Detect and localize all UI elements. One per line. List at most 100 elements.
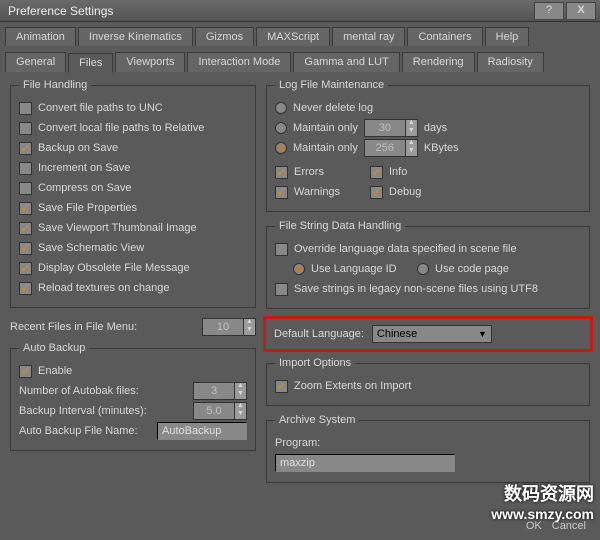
program-label: Program: bbox=[275, 437, 320, 449]
days-spinner[interactable]: ▲▼ bbox=[364, 119, 418, 137]
tab-radiosity[interactable]: Radiosity bbox=[477, 52, 544, 72]
tab-rendering[interactable]: Rendering bbox=[402, 52, 475, 72]
autobak-name-input[interactable] bbox=[157, 422, 247, 440]
ok-button[interactable]: OK bbox=[526, 520, 542, 532]
auto-backup-legend: Auto Backup bbox=[19, 342, 89, 354]
recent-files-label: Recent Files in File Menu: bbox=[10, 321, 196, 333]
file-string-group: File String Data Handling Override langu… bbox=[266, 220, 590, 309]
autobak-int-spinner[interactable]: ▲▼ bbox=[193, 402, 247, 420]
tab-gamma[interactable]: Gamma and LUT bbox=[293, 52, 399, 72]
archive-system-legend: Archive System bbox=[275, 414, 359, 426]
chk-convert-unc[interactable] bbox=[19, 102, 32, 115]
autobak-num-label: Number of Autobak files: bbox=[19, 385, 187, 397]
panel-files: File Handling Convert file paths to UNC … bbox=[0, 73, 600, 493]
tab-ik[interactable]: Inverse Kinematics bbox=[78, 27, 193, 46]
tab-files[interactable]: Files bbox=[68, 53, 113, 73]
chk-debug[interactable]: ✔ bbox=[370, 186, 383, 199]
lbl-debug: Debug bbox=[389, 186, 421, 198]
lbl-override-lang: Override language data specified in scen… bbox=[294, 243, 581, 255]
lbl-zoom-extents: Zoom Extents on Import bbox=[294, 380, 581, 392]
chk-zoom-extents[interactable]: ✔ bbox=[275, 380, 288, 393]
rad-maintain-days[interactable] bbox=[275, 122, 287, 134]
spin-down-icon[interactable]: ▼ bbox=[405, 148, 417, 156]
log-file-legend: Log File Maintenance bbox=[275, 79, 388, 91]
lbl-save-schem: Save Schematic View bbox=[38, 242, 247, 254]
chk-warnings[interactable]: ✔ bbox=[275, 186, 288, 199]
rad-never-delete[interactable] bbox=[275, 102, 287, 114]
chk-increment[interactable] bbox=[19, 162, 32, 175]
autobak-num-spinner[interactable]: ▲▼ bbox=[193, 382, 247, 400]
kb-unit: KBytes bbox=[424, 142, 459, 154]
lbl-maintain-days: Maintain only bbox=[293, 122, 358, 134]
spin-down-icon[interactable]: ▼ bbox=[405, 128, 417, 136]
chk-backup[interactable]: ✔ bbox=[19, 142, 32, 155]
help-button[interactable]: ? bbox=[534, 2, 564, 20]
log-file-group: Log File Maintenance Never delete log Ma… bbox=[266, 79, 590, 212]
recent-files-input[interactable] bbox=[203, 319, 243, 335]
rad-use-codepage[interactable] bbox=[417, 263, 429, 275]
lbl-enable-autobak: Enable bbox=[38, 365, 247, 377]
cancel-button[interactable]: Cancel bbox=[552, 520, 586, 532]
close-button[interactable]: X bbox=[566, 2, 596, 20]
lbl-reload-tex: Reload textures on change bbox=[38, 282, 247, 294]
tab-maxscript[interactable]: MAXScript bbox=[256, 27, 330, 46]
import-options-group: Import Options ✔ Zoom Extents on Import bbox=[266, 357, 590, 406]
kb-spinner[interactable]: ▲▼ bbox=[364, 139, 418, 157]
default-language-row: Default Language: Chinese ▼ bbox=[266, 319, 590, 349]
lbl-disp-obs: Display Obsolete File Message bbox=[38, 262, 247, 274]
chk-reload-tex[interactable]: ✔ bbox=[19, 282, 32, 295]
default-language-select[interactable]: Chinese ▼ bbox=[372, 325, 492, 343]
tab-help[interactable]: Help bbox=[485, 27, 530, 46]
chk-save-props[interactable]: ✔ bbox=[19, 202, 32, 215]
chk-disp-obs[interactable]: ✔ bbox=[19, 262, 32, 275]
lbl-backup: Backup on Save bbox=[38, 142, 247, 154]
lbl-save-thumb: Save Viewport Thumbnail Image bbox=[38, 222, 247, 234]
lbl-use-codepage: Use code page bbox=[435, 263, 509, 275]
chk-errors[interactable]: ✔ bbox=[275, 166, 288, 179]
lbl-never-delete: Never delete log bbox=[293, 102, 581, 114]
lbl-use-lang-id: Use Language ID bbox=[311, 263, 411, 275]
rad-maintain-kb[interactable] bbox=[275, 142, 287, 154]
tab-viewports[interactable]: Viewports bbox=[115, 52, 185, 72]
chk-convert-rel[interactable] bbox=[19, 122, 32, 135]
tab-animation[interactable]: Animation bbox=[5, 27, 76, 46]
spin-down-icon[interactable]: ▼ bbox=[234, 391, 246, 399]
chk-save-schem[interactable]: ✔ bbox=[19, 242, 32, 255]
tab-gizmos[interactable]: Gizmos bbox=[195, 27, 254, 46]
lbl-save-props: Save File Properties bbox=[38, 202, 247, 214]
auto-backup-group: Auto Backup ✔ Enable Number of Autobak fi… bbox=[10, 342, 256, 451]
spin-down-icon[interactable]: ▼ bbox=[234, 411, 246, 419]
window-title: Preference Settings bbox=[8, 4, 532, 18]
chk-override-lang[interactable] bbox=[275, 243, 288, 256]
chk-utf8[interactable] bbox=[275, 283, 288, 296]
chk-enable-autobak[interactable]: ✔ bbox=[19, 365, 32, 378]
kb-input[interactable] bbox=[365, 140, 405, 156]
tab-row-2: General Files Viewports Interaction Mode… bbox=[0, 47, 600, 73]
chk-compress[interactable] bbox=[19, 182, 32, 195]
spin-down-icon[interactable]: ▼ bbox=[243, 327, 255, 335]
days-input[interactable] bbox=[365, 120, 405, 136]
tab-row-1: Animation Inverse Kinematics Gizmos MAXS… bbox=[0, 22, 600, 47]
rad-use-lang-id[interactable] bbox=[293, 263, 305, 275]
default-language-label: Default Language: bbox=[274, 328, 364, 340]
autobak-name-label: Auto Backup File Name: bbox=[19, 425, 151, 437]
import-options-legend: Import Options bbox=[275, 357, 355, 369]
lbl-compress: Compress on Save bbox=[38, 182, 247, 194]
autobak-int-label: Backup Interval (minutes): bbox=[19, 405, 187, 417]
titlebar: Preference Settings ? X bbox=[0, 0, 600, 22]
chk-info[interactable]: ✔ bbox=[370, 166, 383, 179]
program-input[interactable] bbox=[275, 454, 455, 472]
autobak-int-input[interactable] bbox=[194, 403, 234, 419]
lbl-convert-rel: Convert local file paths to Relative bbox=[38, 122, 247, 134]
autobak-num-input[interactable] bbox=[194, 383, 234, 399]
lbl-increment: Increment on Save bbox=[38, 162, 247, 174]
lbl-info: Info bbox=[389, 166, 407, 178]
recent-files-spinner[interactable]: ▲▼ bbox=[202, 318, 256, 336]
tab-mentalray[interactable]: mental ray bbox=[332, 27, 405, 46]
chk-save-thumb[interactable]: ✔ bbox=[19, 222, 32, 235]
tab-general[interactable]: General bbox=[5, 52, 66, 72]
tab-interaction[interactable]: Interaction Mode bbox=[187, 52, 291, 72]
tab-containers[interactable]: Containers bbox=[407, 27, 482, 46]
days-unit: days bbox=[424, 122, 447, 134]
archive-system-group: Archive System Program: bbox=[266, 414, 590, 483]
